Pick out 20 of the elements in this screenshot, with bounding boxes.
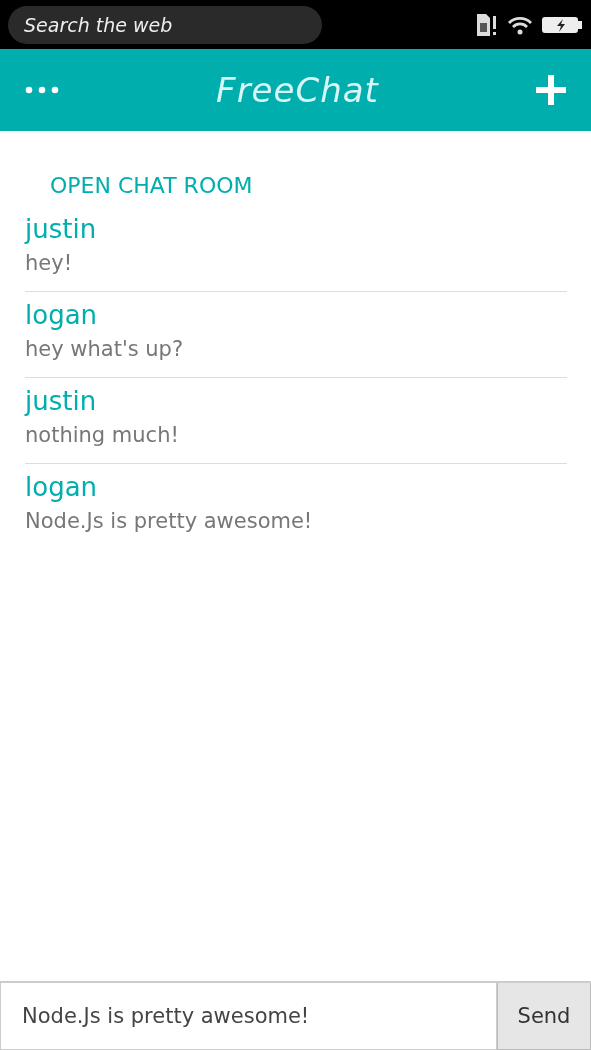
add-button[interactable]: [536, 75, 566, 105]
username: justin: [25, 385, 98, 418]
wifi-icon: [507, 14, 533, 35]
menu-button[interactable]: [25, 86, 59, 94]
message-text: hey!: [25, 250, 74, 277]
app-title: FreeChat: [216, 70, 379, 110]
section-title: OPEN CHAT ROOM: [49, 173, 254, 198]
message-field[interactable]: Node.Js is pretty awesome!: [0, 983, 497, 1050]
dots-icon: [25, 86, 59, 94]
sim-card-icon: [475, 12, 499, 37]
plus-icon: [536, 75, 566, 105]
message-text: nothing much!: [25, 422, 180, 449]
username: logan: [25, 299, 99, 332]
username: justin: [25, 213, 98, 246]
username: logan: [25, 471, 99, 504]
message-text: hey what's up?: [25, 336, 185, 363]
send-button[interactable]: Send: [497, 983, 591, 1050]
search-field[interactable]: Search the web: [8, 5, 322, 44]
message-text: Node.Js is pretty awesome!: [25, 508, 314, 535]
battery-charging-icon: [541, 14, 583, 35]
